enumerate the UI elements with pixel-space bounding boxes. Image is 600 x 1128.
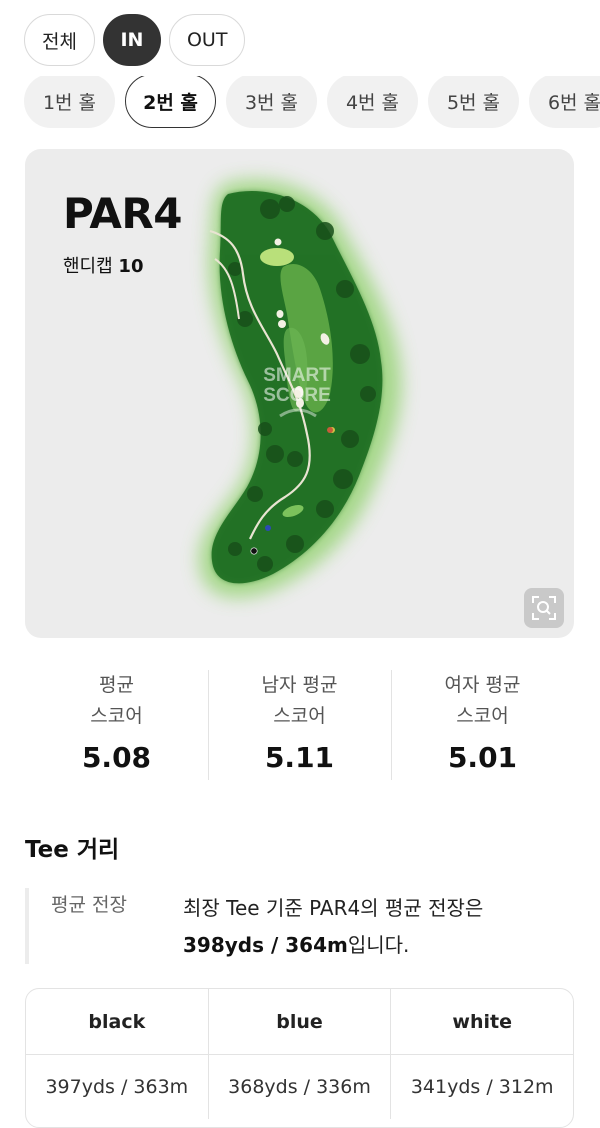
filter-in-button[interactable]: IN (102, 14, 161, 66)
watermark-smart: SMART (263, 365, 331, 386)
tee-distance-table: black blue white 397yds / 363m 368yds / … (25, 988, 574, 1128)
stat-women-label: 여자 평균 스코어 (444, 674, 521, 727)
zoom-map-button[interactable] (524, 588, 564, 628)
average-length-prefix: 최장 Tee 기준 PAR4의 평균 전장은 (183, 896, 484, 920)
tee-filter-group: 전체 IN OUT (24, 14, 246, 66)
tee-distance-title: Tee 거리 (25, 837, 120, 863)
hole-tab-5[interactable]: 5번 홀 (428, 76, 519, 128)
tee-value-white: 341yds / 312m (390, 1055, 573, 1119)
stat-women-average: 여자 평균 스코어 5.01 (391, 668, 574, 780)
par-title: PAR4 (63, 189, 183, 238)
score-stats: 평균 스코어 5.08 남자 평균 스코어 5.11 여자 평균 스코어 5.0… (25, 668, 574, 780)
handicap-label: 핸디캡 10 (63, 252, 143, 278)
average-length-info: 평균 전장 최장 Tee 기준 PAR4의 평균 전장은 398yds / 36… (25, 888, 578, 964)
filter-all-button[interactable]: 전체 (24, 14, 95, 66)
hole-selector[interactable]: 1번 홀 2번 홀 3번 홀 4번 홀 5번 홀 6번 홀 (0, 76, 600, 132)
stat-average: 평균 스코어 5.08 (25, 668, 208, 780)
tee-col-white: white (390, 989, 573, 1054)
hole-tab-6[interactable]: 6번 홀 (529, 76, 600, 128)
hole-tab-3[interactable]: 3번 홀 (226, 76, 317, 128)
handicap-value: 10 (118, 256, 144, 277)
tee-value-black: 397yds / 363m (45, 1076, 189, 1098)
tee-col-black: black (88, 1010, 146, 1033)
stat-men-average: 남자 평균 스코어 5.11 (208, 668, 391, 780)
tee-table-header: black blue white (26, 989, 573, 1055)
average-length-suffix: 입니다. (347, 933, 410, 957)
hole-tab-2[interactable]: 2번 홀 (125, 76, 216, 128)
stat-average-value: 5.08 (81, 741, 152, 774)
stat-women-value: 5.01 (447, 741, 518, 774)
filter-out-button[interactable]: OUT (168, 14, 246, 66)
tee-table-row: 397yds / 363m 368yds / 336m 341yds / 312… (26, 1055, 573, 1119)
zoom-search-icon (532, 596, 556, 620)
watermark-score: SCORE (263, 385, 331, 406)
stat-men-label: 남자 평균 스코어 (261, 674, 338, 727)
tee-value-blue: 368yds / 336m (207, 1055, 391, 1119)
average-length-text: 최장 Tee 기준 PAR4의 평균 전장은 398yds / 364m입니다. (183, 890, 563, 964)
stat-average-label: 평균 스코어 (90, 674, 143, 727)
tee-col-blue: blue (207, 989, 391, 1054)
handicap-text: 핸디캡 (63, 256, 113, 277)
hole-tab-4[interactable]: 4번 홀 (327, 76, 418, 128)
stat-men-value: 5.11 (264, 741, 335, 774)
hole-map-card: SMART SCORE PAR4 핸디캡 10 (25, 149, 574, 638)
hole-tab-1[interactable]: 1번 홀 (24, 76, 115, 128)
average-length-label: 평균 전장 (51, 894, 127, 916)
average-length-value: 398yds / 364m (183, 933, 348, 957)
